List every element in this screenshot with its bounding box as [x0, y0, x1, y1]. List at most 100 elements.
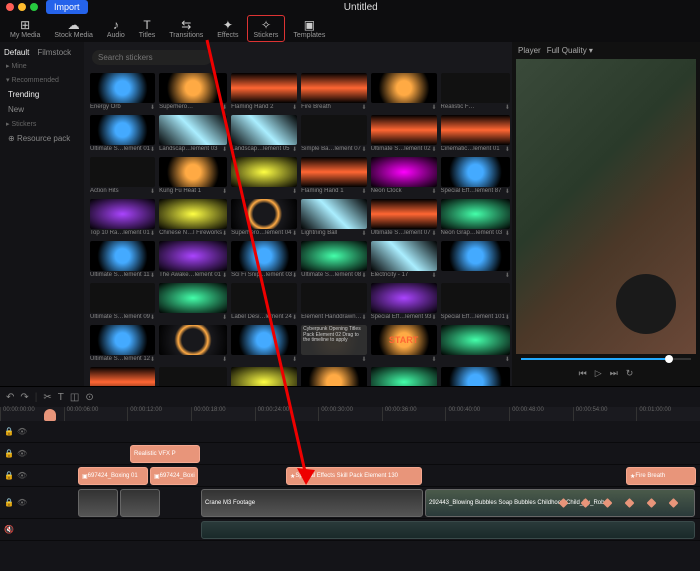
play-icon[interactable]: ▷	[595, 368, 602, 379]
redo-icon[interactable]: ↷	[20, 392, 28, 403]
tab-my-media[interactable]: ⊞My Media	[4, 16, 46, 41]
sticker-thumb[interactable]: Cinematic…lement 01⬇	[441, 115, 510, 153]
crop-icon[interactable]: ◫	[70, 392, 79, 403]
sticker-thumb[interactable]: Flaming Hand 2⬇	[231, 73, 297, 111]
clip-audio[interactable]	[201, 521, 695, 539]
mute-icon[interactable]: 🔇	[4, 525, 14, 534]
sticker-thumb[interactable]: Ultimate S…lement 07⬇	[371, 199, 437, 237]
sticker-thumb[interactable]: The Awake…lement 01⬇	[159, 241, 227, 279]
clip-video-2[interactable]	[120, 489, 160, 517]
text-tool-icon[interactable]: T	[58, 392, 64, 403]
sticker-thumb[interactable]: Superhero…⬇	[159, 73, 227, 111]
sticker-thumb[interactable]: ⬇	[441, 325, 510, 363]
sticker-thumb[interactable]: Realistic F…⬇	[441, 73, 510, 111]
sticker-thumb[interactable]: Ultimate S…lement 02⬇	[371, 115, 437, 153]
sticker-thumb[interactable]: Mother's …lement 03⬇	[90, 367, 155, 386]
prev-start-icon[interactable]: ⏮	[579, 368, 587, 379]
clip-sfx[interactable]: ★ Special Effects Skill Pack Element 130	[286, 467, 422, 485]
preview-viewport[interactable]	[516, 59, 696, 354]
sticker-thumb[interactable]: START⬇	[371, 325, 437, 363]
sticker-thumb[interactable]: Energy Orb⬇	[90, 73, 155, 111]
sticker-thumb[interactable]: ⬇	[159, 283, 227, 321]
clip-crane[interactable]: Crane M3 Footage	[201, 489, 423, 517]
sticker-thumb[interactable]: ⬇	[371, 73, 437, 111]
sticker-thumb[interactable]: Neon Grap…lement 03⬇	[441, 199, 510, 237]
subtab-default[interactable]: Default	[4, 48, 29, 57]
clip-fire[interactable]: ★ Fire Breath	[626, 467, 696, 485]
time-ruler[interactable]: 00:00:00:0000:00:06:0000:00:12:0000:00:1…	[0, 407, 700, 421]
lock-icon[interactable]: 🔒	[4, 498, 14, 507]
tab-audio[interactable]: ♪Audio	[101, 16, 131, 41]
sticker-thumb[interactable]: Ultimate S…lement 11⬇	[90, 241, 155, 279]
sticker-thumb[interactable]: Neon Clock⬇	[371, 157, 437, 195]
sticker-thumb[interactable]: Sci Fi Snip…lement 03⬇	[231, 241, 297, 279]
sticker-thumb[interactable]: Electricity - 17⬇	[371, 241, 437, 279]
clip-vfx[interactable]: Realistic VFX P	[130, 445, 200, 463]
loop-icon[interactable]: ↻	[626, 368, 634, 379]
sticker-thumb[interactable]: Videogam…nt 00 Start⬇	[441, 367, 510, 386]
track-sticker-1[interactable]: 🔒👁 ▣ 697424_Boxing 01 ▣ 697424_Boxi ★ Sp…	[0, 465, 700, 487]
sticker-thumb[interactable]: Ultimate S…lement 09⬇	[90, 283, 155, 321]
side-new[interactable]: New	[0, 102, 84, 117]
sticker-thumb[interactable]: Label Desi…lement 24⬇	[231, 283, 297, 321]
side-mine[interactable]: ▸ Mine	[0, 59, 84, 73]
clip-video-1[interactable]	[78, 489, 118, 517]
import-button[interactable]: Import	[46, 0, 88, 14]
tab-titles[interactable]: TTitles	[133, 16, 161, 41]
track-audio[interactable]: 🔇	[0, 519, 700, 541]
tab-transitions[interactable]: ⇆Transitions	[163, 16, 209, 41]
track-sticker-2[interactable]: 🔒👁 Realistic VFX P	[0, 443, 700, 465]
speed-icon[interactable]: ⊙	[85, 392, 93, 403]
clip-box1[interactable]: ▣ 697424_Boxing 01	[78, 467, 148, 485]
sticker-thumb[interactable]: Ultimate S…lement 08⬇	[301, 241, 366, 279]
tab-templates[interactable]: ▣Templates	[287, 16, 331, 41]
sticker-thumb[interactable]: Special Eff…lement 87⬇	[441, 157, 510, 195]
preview-quality-dropdown[interactable]: Full Quality ▾	[547, 46, 593, 55]
sticker-thumb[interactable]: Special Eff…lement 18⬇	[159, 367, 227, 386]
maximize-window[interactable]	[30, 3, 38, 11]
side-recommended[interactable]: ▾ Recommended	[0, 73, 84, 87]
side-stickers[interactable]: ▸ Stickers	[0, 117, 84, 131]
sticker-thumb[interactable]: Ultimate S…lement 01⬇	[90, 115, 155, 153]
sticker-thumb[interactable]: Simple Ba…lement 07⬇	[301, 115, 366, 153]
eye-icon[interactable]: 👁	[17, 471, 27, 480]
cut-icon[interactable]: ✂	[43, 392, 51, 403]
track-sticker-3[interactable]: 🔒👁	[0, 421, 700, 443]
subtab-filmstock[interactable]: Filmstock	[37, 48, 71, 57]
sticker-thumb[interactable]: Cyberpun…lement 02⬇	[231, 367, 297, 386]
lock-icon[interactable]: 🔒	[4, 427, 14, 436]
sticker-thumb[interactable]: ⬇	[441, 241, 510, 279]
clip-box2[interactable]: ▣ 697424_Boxi	[150, 467, 198, 485]
sticker-thumb[interactable]: Superhero…lement 04⬇	[231, 199, 297, 237]
preview-progress[interactable]	[521, 358, 690, 360]
sticker-thumb[interactable]: Special Eff…lement 101⬇	[441, 283, 510, 321]
playhead[interactable]	[44, 409, 56, 421]
eye-icon[interactable]: 👁	[17, 449, 27, 458]
lock-icon[interactable]: 🔒	[4, 471, 14, 480]
sticker-thumb[interactable]: Landscap…lement 05⬇	[231, 115, 297, 153]
sticker-thumb[interactable]: Flaming Hand 1⬇	[301, 157, 366, 195]
close-window[interactable]	[6, 3, 14, 11]
lock-icon[interactable]: 🔒	[4, 449, 14, 458]
eye-icon[interactable]: 👁	[17, 427, 27, 436]
sticker-thumb[interactable]: Cyberpunk Opening Titles Pack Element 02…	[301, 325, 366, 363]
tab-stock-media[interactable]: ☁Stock Media	[48, 16, 99, 41]
sticker-thumb[interactable]: Special Eff…lement 93⬇	[371, 283, 437, 321]
sticker-thumb[interactable]: ⬇	[159, 325, 227, 363]
tab-stickers[interactable]: ✧Stickers	[247, 15, 286, 42]
eye-icon[interactable]: 👁	[17, 498, 27, 507]
sticker-thumb[interactable]: ⬇	[301, 367, 366, 386]
track-video-main[interactable]: 🔒👁 Crane M3 Footage 292443_Blowing Bubbl…	[0, 487, 700, 519]
undo-icon[interactable]: ↶	[6, 392, 14, 403]
side-resource-pack[interactable]: ⊕ Resource pack	[0, 131, 84, 146]
tab-effects[interactable]: ✦Effects	[211, 16, 244, 41]
preview-tab-player[interactable]: Player	[518, 46, 541, 55]
sticker-thumb[interactable]: Fire Breath⬇	[301, 73, 366, 111]
sticker-thumb[interactable]: Ultimate S…lement 12⬇	[90, 325, 155, 363]
sticker-thumb[interactable]: ⬇	[231, 325, 297, 363]
sticker-thumb[interactable]: ⬇	[231, 157, 297, 195]
next-end-icon[interactable]: ⏭	[610, 368, 618, 379]
sticker-thumb[interactable]: Lightning Ball⬇	[301, 199, 366, 237]
minimize-window[interactable]	[18, 3, 26, 11]
sticker-thumb[interactable]: Element Handdrawn…⬇	[301, 283, 366, 321]
